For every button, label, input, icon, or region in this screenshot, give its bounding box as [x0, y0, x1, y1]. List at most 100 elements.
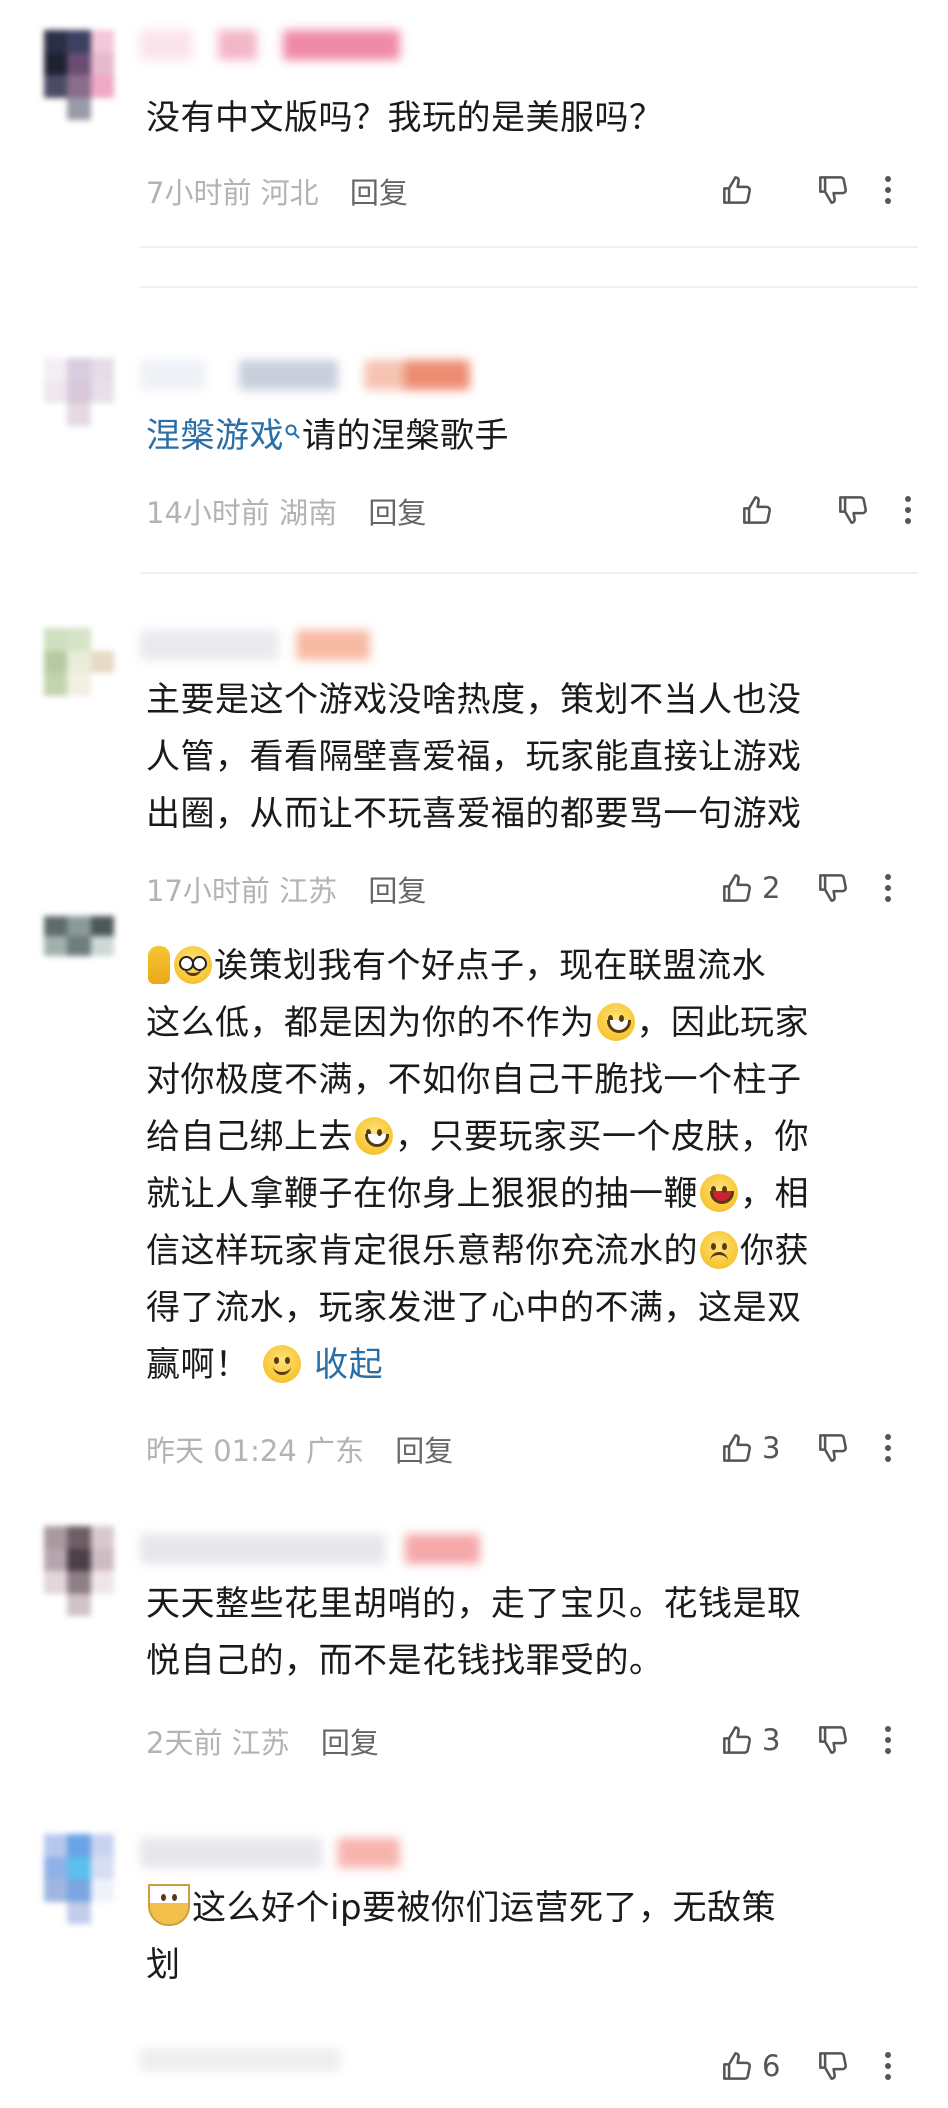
divider	[140, 246, 918, 248]
thumbs-down-icon	[814, 869, 852, 907]
smiling-emoji-icon	[355, 1117, 393, 1155]
hugging-emoji-icon	[262, 1345, 301, 1383]
comment-meta-blurred	[140, 2048, 340, 2072]
username[interactable]	[140, 1838, 400, 1868]
thumbs-up-icon	[718, 171, 756, 209]
pointing-up-emoji-icon	[148, 946, 170, 984]
comment-text-segment: 这么好个ip要被你们运营死了，无敌策	[192, 1888, 777, 1928]
comment-text: 天天整些花里胡哨的，走了宝贝。花钱是取 悦自己的，而不是花钱找罪受的。	[146, 1576, 906, 1690]
username[interactable]	[140, 360, 470, 390]
comment-meta: 17小时前 江苏 回复	[146, 868, 426, 910]
dislike-button[interactable]	[798, 869, 868, 907]
thumbs-up-icon	[718, 869, 756, 907]
like-count: 6	[762, 2049, 781, 2083]
more-button[interactable]	[868, 174, 908, 206]
username[interactable]	[140, 1534, 480, 1564]
comment-text-segment: 给自己绑上去	[146, 1117, 353, 1157]
avatar[interactable]	[44, 916, 114, 956]
comment-line: 悦自己的，而不是花钱找罪受的。	[146, 1641, 664, 1681]
more-button[interactable]	[868, 872, 908, 904]
comment-time: 7小时前	[146, 176, 252, 210]
reply-button[interactable]: 回复	[368, 496, 426, 530]
comment-line: 给自己绑上去 ，只要玩家买一个皮肤，你	[146, 1109, 906, 1166]
more-button[interactable]	[868, 1432, 908, 1464]
avatar[interactable]	[44, 1526, 114, 1616]
comment-text: 没有中文版吗？我玩的是美服吗？	[146, 98, 664, 138]
like-button[interactable]	[738, 491, 818, 529]
comment-line: 就让人拿鞭子在你身上狠狠的抽一鞭 ，相	[146, 1166, 906, 1223]
like-button[interactable]: 3	[718, 1721, 798, 1759]
comment-actions: 3	[698, 1426, 908, 1470]
comment-line: 天天整些花里胡哨的，走了宝贝。花钱是取	[146, 1584, 802, 1624]
comment-location: 江苏	[279, 874, 338, 908]
more-vertical-icon	[883, 2050, 893, 2082]
comment-time: 昨天 01:24	[146, 1434, 297, 1468]
avatar[interactable]	[44, 358, 114, 448]
comment-line: 出圈，从而让不玩喜爱福的都要骂一句游戏	[146, 794, 802, 834]
divider	[140, 286, 918, 288]
comment-time: 17小时前	[146, 874, 270, 908]
thumbs-up-icon	[718, 1429, 756, 1467]
collapse-link[interactable]: 收起	[314, 1345, 383, 1385]
search-icon[interactable]	[284, 408, 302, 465]
comment-location: 河北	[260, 176, 319, 210]
more-button[interactable]	[868, 2050, 908, 2082]
comment-actions	[698, 168, 908, 212]
comment-text: 诶策划我有个好点子，现在联盟流水 这么低，都是因为你的不作为 ，因此玩家 对你极度…	[146, 938, 906, 1394]
rice-bowl-emoji-icon	[148, 1884, 190, 1926]
like-count: 3	[762, 1723, 781, 1757]
comment-text: 涅槃游戏 请的涅槃歌手	[146, 408, 906, 465]
more-button[interactable]	[868, 1724, 908, 1756]
comment-time: 14小时前	[146, 496, 270, 530]
laughing-emoji-icon	[700, 1174, 738, 1212]
reply-button[interactable]: 回复	[395, 1434, 453, 1468]
game-link[interactable]: 涅槃游戏	[146, 416, 284, 456]
thumbs-up-icon	[718, 2047, 756, 2085]
like-button[interactable]: 2	[718, 869, 798, 907]
reply-button[interactable]: 回复	[368, 874, 426, 908]
comment-meta: 2天前 江苏 回复	[146, 1720, 379, 1762]
comment-text-segment: 赢啊！	[146, 1345, 250, 1385]
thumbs-down-icon	[814, 1721, 852, 1759]
comment-time: 2天前	[146, 1726, 223, 1760]
comment-line: 划	[146, 1945, 181, 1985]
more-button[interactable]	[888, 494, 928, 526]
like-button[interactable]: 6	[718, 2047, 798, 2085]
comment-line: 诶策划我有个好点子，现在联盟流水	[146, 938, 906, 995]
dislike-button[interactable]	[798, 2047, 868, 2085]
dislike-button[interactable]	[798, 171, 868, 209]
avatar[interactable]	[44, 30, 114, 120]
username[interactable]	[140, 30, 400, 60]
triumph-emoji-icon	[700, 1231, 738, 1269]
reply-button[interactable]: 回复	[350, 176, 408, 210]
like-count: 2	[762, 871, 781, 905]
comment-meta: 昨天 01:24 广东 回复	[146, 1428, 453, 1470]
dislike-button[interactable]	[818, 491, 888, 529]
comment-1: 没有中文版吗？我玩的是美服吗？ 7小时前 河北 回复	[0, 0, 948, 260]
comment-text-segment: 就让人拿鞭子在你身上狠狠的抽一鞭	[146, 1174, 698, 1214]
comment-6: 这么好个ip要被你们运营死了，无敌策 划 6	[0, 1810, 948, 2108]
like-button[interactable]	[718, 171, 798, 209]
comment-line: 这么好个ip要被你们运营死了，无敌策	[146, 1880, 906, 1937]
comment-text-rest: 请的涅槃歌手	[302, 416, 509, 456]
divider	[140, 572, 918, 574]
comment-actions: 2	[698, 866, 908, 910]
comment-text-segment: 信这样玩家肯定很乐意帮你充流水的	[146, 1231, 698, 1271]
dislike-button[interactable]	[798, 1429, 868, 1467]
comment-location: 广东	[306, 1434, 365, 1468]
thumbs-up-icon	[738, 491, 776, 529]
like-button[interactable]: 3	[718, 1429, 798, 1467]
comment-actions: 3	[698, 1718, 908, 1762]
username[interactable]	[140, 630, 370, 660]
avatar[interactable]	[44, 628, 114, 718]
thumbs-down-icon	[814, 2047, 852, 2085]
reply-button[interactable]: 回复	[321, 1726, 379, 1760]
nerd-face-emoji-icon	[174, 946, 212, 984]
comment-text-segment: 这么低，都是因为你的不作为	[146, 1003, 595, 1043]
dislike-button[interactable]	[798, 1721, 868, 1759]
comment-text: 主要是这个游戏没啥热度，策划不当人也没 人管，看看隔壁喜爱福，玩家能直接让游戏 …	[146, 672, 906, 843]
comment-line: 信这样玩家肯定很乐意帮你充流水的 你获	[146, 1223, 906, 1280]
more-vertical-icon	[883, 1432, 893, 1464]
comment-5: 天天整些花里胡哨的，走了宝贝。花钱是取 悦自己的，而不是花钱找罪受的。 2天前 …	[0, 1510, 948, 1780]
avatar[interactable]	[44, 1834, 114, 1924]
